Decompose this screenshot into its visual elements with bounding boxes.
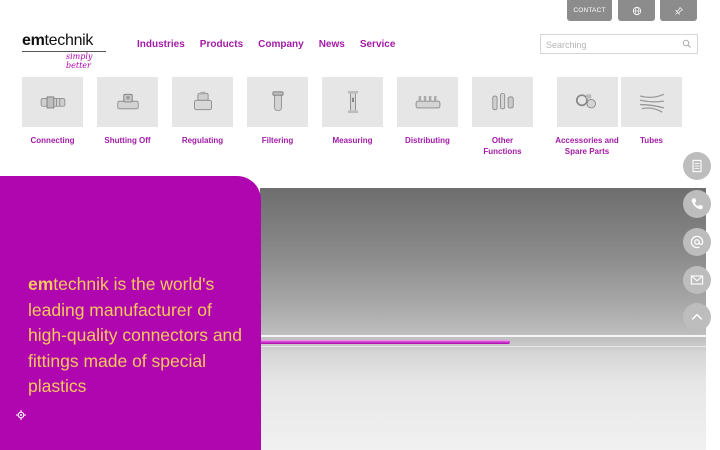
category-label: Distributing [405,136,450,145]
category-label: Other Functions [483,136,522,156]
filter-icon [271,91,284,111]
search-box [540,34,698,54]
pin-button[interactable] [660,0,697,21]
regulator-icon [193,91,212,111]
category-thumb [22,77,83,127]
valve-icon [116,93,139,110]
category-thumb [322,77,383,127]
category-shutting-off[interactable]: Shutting Off [97,77,158,146]
category-label: Shutting Off [104,136,151,145]
pin-icon [674,6,683,15]
cookie-settings-icon[interactable] [14,408,28,422]
hero-image-highlight [260,335,706,337]
hero-panel: emtechnik is the world's leading manufac… [0,176,261,450]
document-button[interactable] [683,152,711,180]
logo-tagline: simply better [66,52,93,70]
nav-item-company[interactable]: Company [258,39,304,50]
category-other-functions[interactable]: Other Functions [472,77,533,157]
category-regulating[interactable]: Regulating [172,77,233,146]
mail-icon [690,275,704,285]
category-tubes[interactable]: Tubes [621,77,682,146]
scroll-up-button[interactable] [683,303,711,331]
at-icon [690,235,704,249]
tubes-icon [639,93,664,113]
category-thumb [621,77,682,127]
manifold-icon [415,96,440,109]
category-label: Tubes [640,136,663,145]
category-thumb [247,77,308,127]
category-accessories[interactable]: Accessories and Spare Parts [547,77,627,157]
contact-label: CONTACT [573,7,606,14]
flowmeter-icon [347,90,358,114]
phone-icon [691,198,703,210]
category-thumb [472,77,533,127]
main-nav: Industries Products Company News Service [137,39,395,50]
category-distributing[interactable]: Distributing [397,77,458,146]
nav-item-service[interactable]: Service [360,39,396,50]
category-label: Regulating [181,136,224,145]
logo[interactable]: emtechnik simply better [22,32,112,70]
document-icon [692,159,702,173]
hero-image [260,188,706,450]
category-label: Filtering [261,136,294,145]
accessories-icon [575,94,596,109]
contact-button[interactable]: CONTACT [567,0,612,21]
hero-headline: emtechnik is the world's leading manufac… [28,274,243,397]
connector-icon [40,96,65,109]
language-button[interactable] [618,0,655,21]
search-input[interactable] [541,36,671,54]
nav-item-news[interactable]: News [319,39,345,50]
category-thumb [97,77,158,127]
category-thumb [397,77,458,127]
phone-button[interactable] [683,190,711,218]
category-measuring[interactable]: Measuring [322,77,383,146]
globe-icon [632,6,641,15]
fittings-icon [491,93,514,111]
category-label: Measuring [332,136,373,145]
search-icon[interactable] [682,39,692,49]
email-at-button[interactable] [683,228,711,256]
nav-item-industries[interactable]: Industries [137,39,185,50]
category-label: Accessories and Spare Parts [555,136,619,156]
category-thumb [172,77,233,127]
category-label: Connecting [30,136,75,145]
hero-image-reflection [260,346,706,347]
logo-wordmark: emtechnik [22,32,94,49]
nav-item-products[interactable]: Products [200,39,243,50]
scroll-up-icon [691,313,703,320]
category-filtering[interactable]: Filtering [247,77,308,146]
page: CONTACT emtechnik simply better Industri… [0,0,720,450]
category-bar: Connecting Shutting Off Regulating Filte… [22,77,697,157]
hero-tube [260,340,510,344]
mail-button[interactable] [683,266,711,294]
category-thumb [556,77,618,127]
category-connecting[interactable]: Connecting [22,77,83,146]
